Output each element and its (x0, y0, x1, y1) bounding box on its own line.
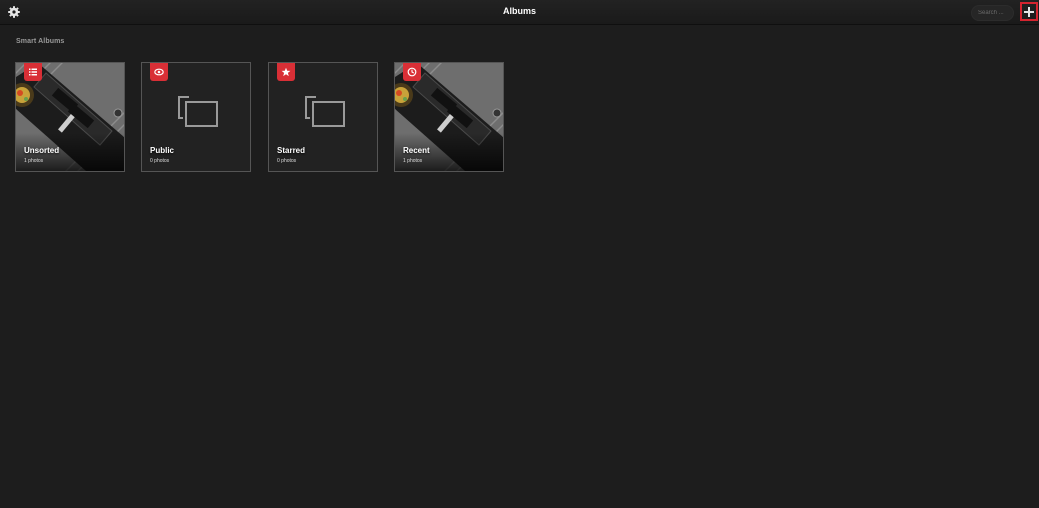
clock-icon (407, 67, 417, 77)
star-icon (281, 67, 291, 77)
album-title: Unsorted (24, 146, 60, 155)
album-photo-count: 0 photos (150, 158, 170, 164)
album-public[interactable]: Public 0 photos (141, 62, 251, 172)
album-photo-count: 1 photos (403, 158, 423, 164)
album-badge (24, 63, 42, 81)
album-recent[interactable]: Recent 1 photos (394, 62, 504, 172)
album-photo-count: 0 photos (277, 158, 297, 164)
album-badge (403, 63, 421, 81)
album-photo-count: 1 photos (24, 158, 44, 164)
album-title: Public (150, 146, 175, 155)
add-button[interactable] (1020, 2, 1038, 21)
eye-icon (154, 68, 164, 76)
album-title: Recent (403, 146, 430, 155)
album-starred[interactable]: Starred 0 photos (268, 62, 378, 172)
search-input[interactable] (971, 5, 1014, 21)
album-placeholder-icon (178, 96, 218, 127)
list-icon (29, 68, 37, 76)
section-title-smart-albums: Smart Albums (16, 38, 65, 45)
header-bar: Albums (0, 0, 1039, 25)
page-title: Albums (502, 6, 536, 16)
album-badge (150, 63, 168, 81)
album-unsorted[interactable]: Unsorted 1 photos (15, 62, 125, 172)
album-title: Starred (277, 146, 306, 155)
album-badge (277, 63, 295, 81)
album-placeholder-icon (305, 96, 345, 127)
plus-icon (1024, 6, 1034, 17)
